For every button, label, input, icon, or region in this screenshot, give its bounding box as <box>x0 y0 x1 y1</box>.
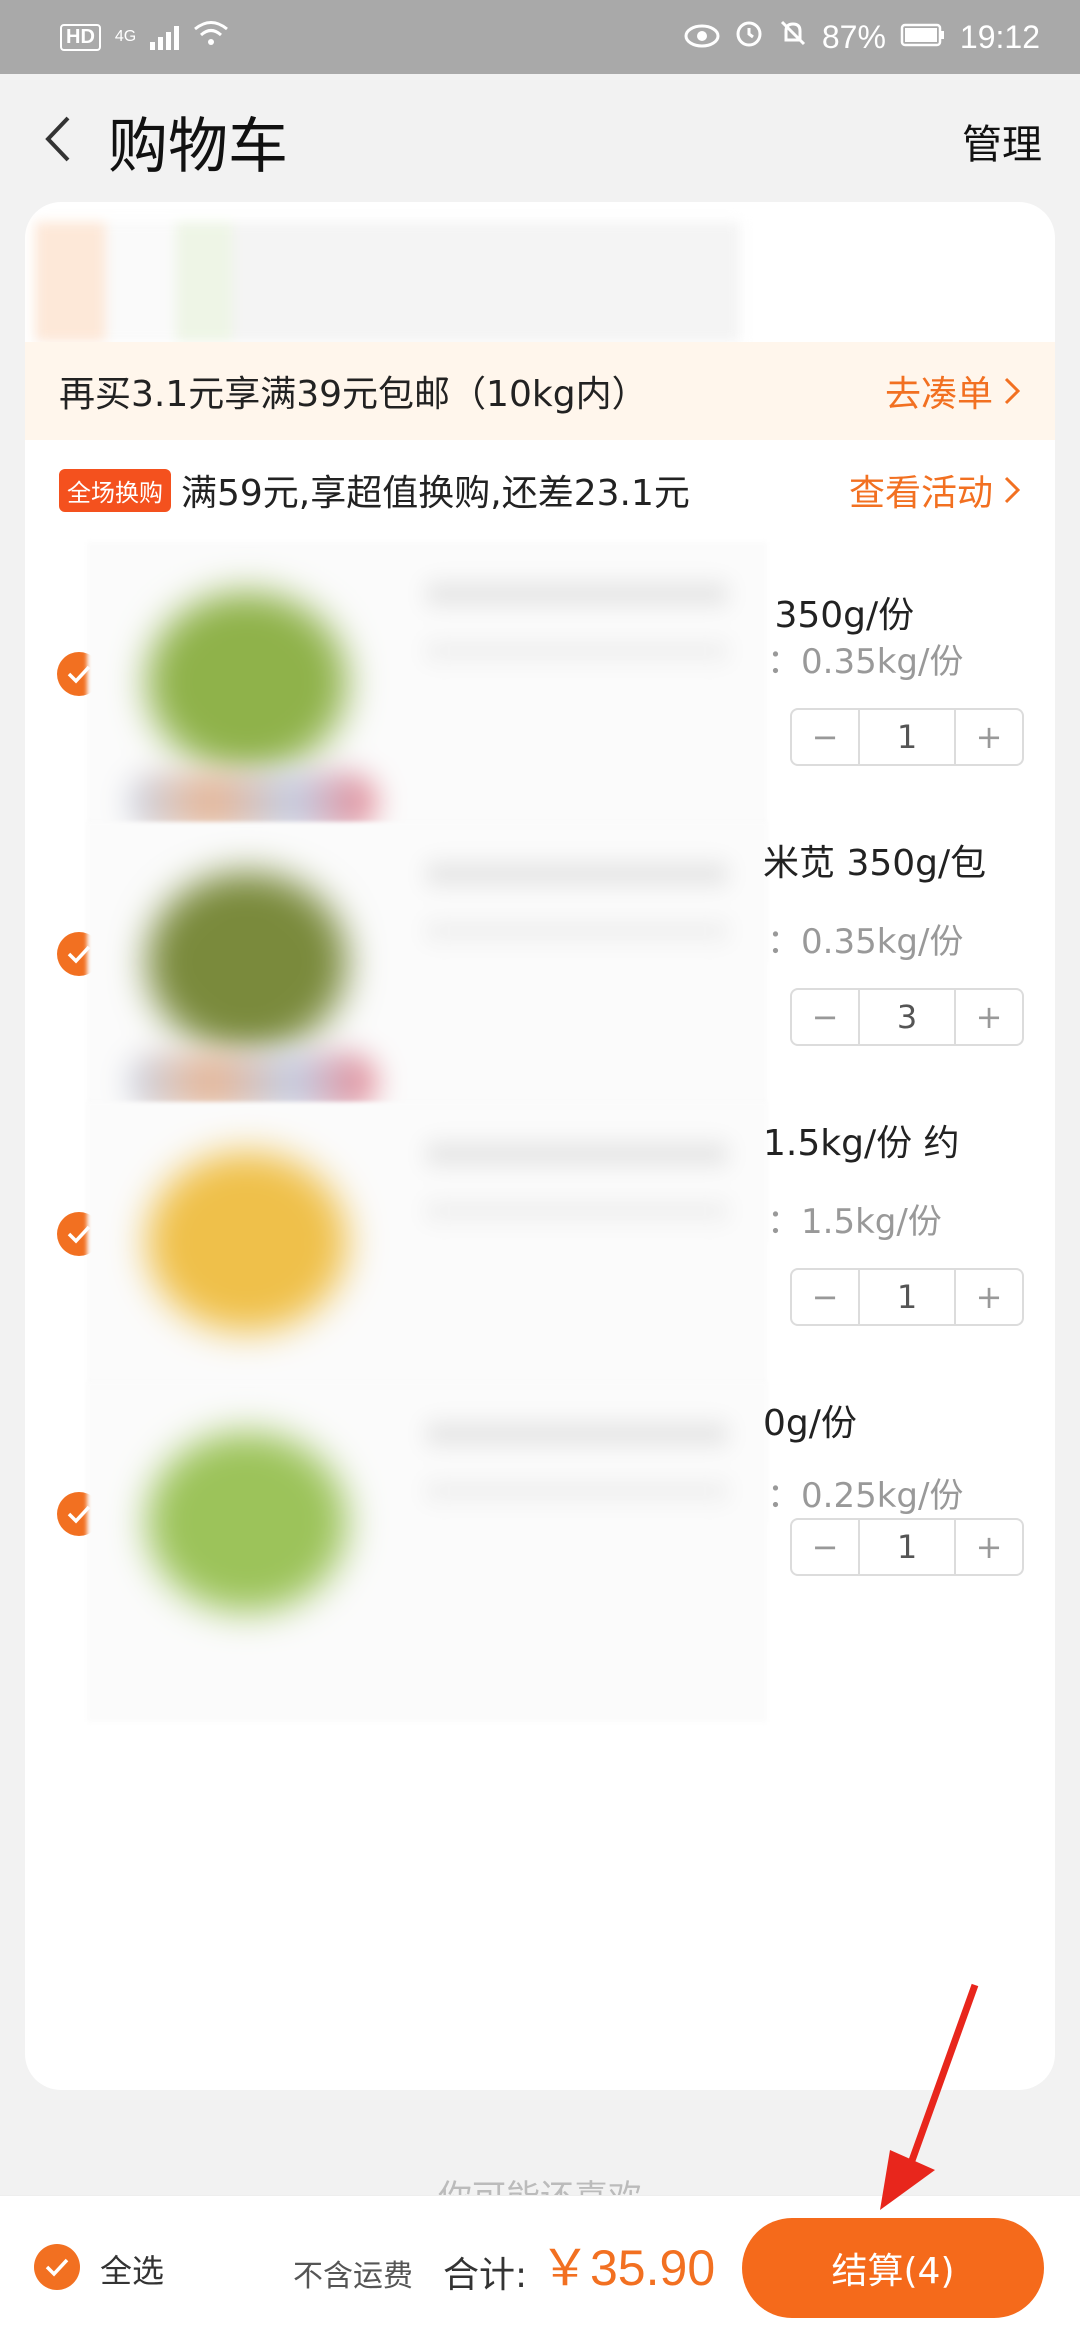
clock: 19:12 <box>959 18 1040 55</box>
manage-button[interactable]: 管理 <box>962 112 1042 170</box>
checkout-button[interactable]: 结算(4) <box>742 2218 1044 2318</box>
item-spec: ：0.25kg/份 <box>767 1476 964 1516</box>
checkout-bar: 全选 不含运费 合计: ￥35.90 结算(4) <box>0 2195 1080 2340</box>
item-spec: ：1.5kg/份 <box>767 1202 942 1242</box>
item-name: 0g/份 <box>763 1403 857 1444</box>
promo-text: 满59元,享超值换购,还差23.1元 <box>181 473 690 514</box>
item-name: 1.5kg/份 约 <box>763 1123 960 1164</box>
item-spec: ：0.35kg/份 <box>767 922 964 962</box>
alarm-icon <box>734 18 764 56</box>
decrease-button[interactable]: − <box>792 710 858 764</box>
quantity-stepper: − 1 + <box>790 1518 1024 1576</box>
decrease-button[interactable]: − <box>792 1520 858 1574</box>
battery-percent: 87% <box>821 18 886 55</box>
increase-button[interactable]: + <box>956 990 1022 1044</box>
back-arrow-icon[interactable] <box>34 114 84 164</box>
promo-tag: 全场换购 <box>59 468 171 512</box>
quantity-stepper: − 3 + <box>790 988 1024 1046</box>
add-more-label: 去凑单 <box>884 374 993 415</box>
decrease-button[interactable]: − <box>792 1270 858 1324</box>
status-bar: HD 4G 87% 19:12 <box>0 0 1080 74</box>
item-thumb-blob <box>147 592 347 772</box>
quantity-value[interactable]: 1 <box>858 1270 956 1324</box>
free-shipping-text: 再买3.1元享满39元包邮（10kg内） <box>59 374 648 415</box>
view-activity-label: 查看活动 <box>848 473 993 514</box>
wifi-icon <box>193 19 229 56</box>
shop-header-blurred <box>35 222 740 342</box>
total-amount: ￥35.90 <box>540 2240 716 2296</box>
quantity-stepper: − 1 + <box>790 1268 1024 1326</box>
select-all-label[interactable]: 全选 <box>100 2246 164 2292</box>
hd-icon: HD <box>60 23 101 51</box>
chevron-right-icon <box>1004 476 1021 504</box>
checkmark-icon <box>45 2258 69 2277</box>
view-activity-link[interactable]: 查看活动 <box>849 464 1021 516</box>
item-spec: ：0.35kg/份 <box>767 642 964 682</box>
add-more-link[interactable]: 去凑单 <box>885 365 1021 417</box>
cart-card: 再买3.1元享满39元包邮（10kg内） 去凑单 全场换购 满59元,享超值换购… <box>25 202 1055 2090</box>
battery-icon <box>900 19 946 56</box>
shipping-fee-note: 不含运费 <box>293 2259 413 2294</box>
cart-item: 0g/份 ：0.25kg/份 − 1 + <box>25 1382 1055 1802</box>
eye-icon <box>684 19 720 56</box>
item-name: 350g/份 <box>763 595 915 636</box>
network-type: 4G <box>114 28 137 45</box>
quantity-stepper: − 1 + <box>790 708 1024 766</box>
increase-button[interactable]: + <box>956 710 1022 764</box>
item-image-blurred <box>87 1382 767 1722</box>
quantity-value[interactable]: 3 <box>858 990 956 1044</box>
quantity-value[interactable]: 1 <box>858 710 956 764</box>
mute-bell-icon <box>778 18 808 56</box>
decrease-button[interactable]: − <box>792 990 858 1044</box>
increase-button[interactable]: + <box>956 1270 1022 1324</box>
page-title: 购物车 <box>108 112 288 182</box>
total-label: 合计: <box>443 2255 528 2296</box>
signal-icon <box>150 24 180 50</box>
free-shipping-bar: 再买3.1元享满39元包邮（10kg内） 去凑单 <box>25 342 1055 440</box>
increase-button[interactable]: + <box>956 1520 1022 1574</box>
select-all-checkbox[interactable] <box>34 2244 80 2290</box>
quantity-value[interactable]: 1 <box>858 1520 956 1574</box>
page-header: 购物车 管理 <box>0 74 1080 204</box>
chevron-right-icon <box>1004 377 1021 405</box>
promo-bar: 全场换购 满59元,享超值换购,还差23.1元 查看活动 <box>25 440 1055 540</box>
item-name: 米苋 350g/包 <box>763 843 987 884</box>
